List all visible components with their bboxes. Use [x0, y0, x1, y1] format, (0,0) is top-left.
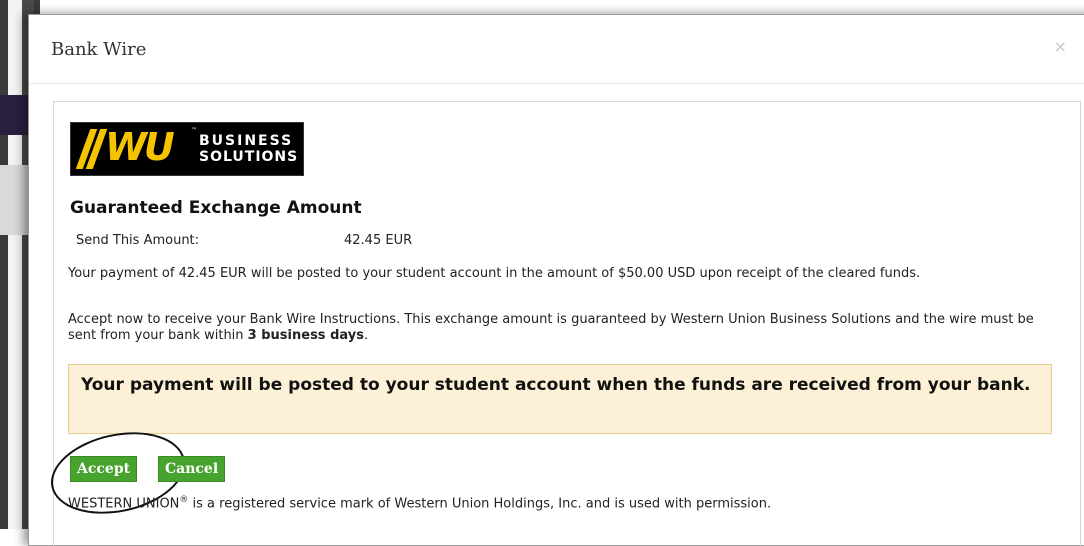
accept-instructions: Accept now to receive your Bank Wire Ins… [68, 312, 1058, 344]
western-union-logo: WU ™ BUSINESS SOLUTIONS [70, 122, 304, 176]
bank-wire-modal: Bank Wire × WU ™ BUSINESS SOLUTIONS Guar… [28, 14, 1084, 546]
accept-instructions-end: . [363, 328, 369, 343]
background-strip [8, 0, 22, 529]
send-amount-value: 42.45 EUR [344, 233, 413, 248]
modal-body: WU ™ BUSINESS SOLUTIONS Guaranteed Excha… [43, 101, 1081, 546]
logo-line-business: BUSINESS [199, 133, 294, 149]
business-days-emphasis: 3 business days [247, 328, 364, 343]
modal-header: Bank Wire × [29, 15, 1084, 84]
modal-title: Bank Wire [51, 39, 147, 60]
cancel-button[interactable]: Cancel [158, 456, 226, 482]
close-icon[interactable]: × [1054, 37, 1067, 56]
logo-mark: WU [105, 125, 175, 169]
accept-instructions-text: Accept now to receive your Bank Wire Ins… [68, 312, 1034, 343]
send-amount-label: Send This Amount: [76, 233, 200, 248]
trademark-notice: WESTERN UNION® is a registered service m… [68, 495, 771, 511]
posting-notice-text: Your payment will be posted to your stud… [81, 375, 1031, 395]
exchange-heading: Guaranteed Exchange Amount [70, 198, 362, 218]
payment-description: Your payment of 42.45 EUR will be posted… [68, 266, 921, 281]
accept-button[interactable]: Accept [70, 456, 138, 482]
trademark-text: is a registered service mark of Western … [188, 496, 772, 512]
trademark-name: WESTERN UNION [68, 496, 180, 512]
posting-notice: Your payment will be posted to your stud… [68, 364, 1052, 434]
logo-line-solutions: SOLUTIONS [199, 149, 299, 165]
logo-trademark: ™ [191, 127, 197, 134]
